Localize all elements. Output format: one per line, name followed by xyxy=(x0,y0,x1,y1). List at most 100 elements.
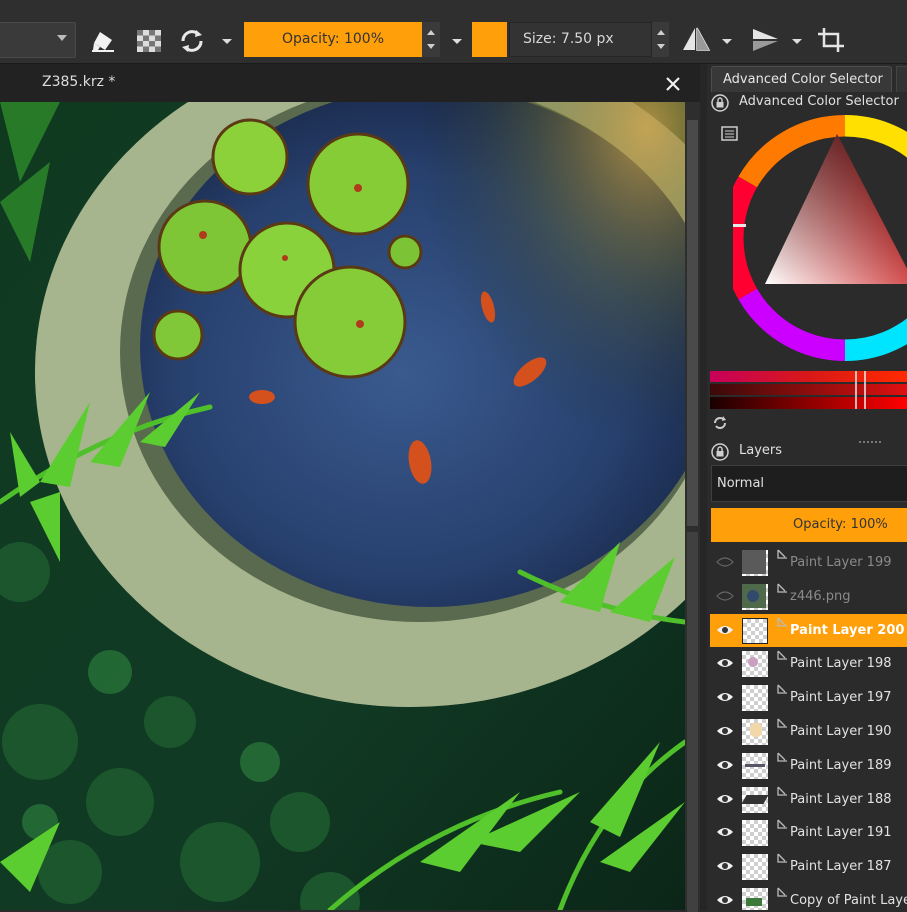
brush-size-label: Size: 7.50 px xyxy=(523,31,614,47)
layer-thumbnail xyxy=(742,718,768,745)
layer-row[interactable]: Paint Layer 190 xyxy=(710,715,907,749)
triangle-down-icon xyxy=(789,38,805,53)
layer-thumbnail xyxy=(742,617,768,644)
layer-opacity-slider[interactable]: Opacity: 100% xyxy=(711,508,907,542)
mirror-vertical-icon xyxy=(748,29,782,62)
reload-menu-button[interactable] xyxy=(218,33,236,49)
right-dock: Advanced Color Selector Advanced Color S… xyxy=(707,64,907,910)
layer-name: Paint Layer 187 xyxy=(790,859,892,875)
color-wheel-selector[interactable] xyxy=(733,114,907,370)
triangle-down-icon xyxy=(448,38,466,53)
brush-preset-dropdown[interactable] xyxy=(0,22,76,58)
eye-icon[interactable] xyxy=(716,623,734,637)
link-arrow-icon xyxy=(776,683,790,697)
chevron-down-icon xyxy=(57,35,67,41)
eraser-mode-button[interactable] xyxy=(86,24,122,58)
link-arrow-icon xyxy=(776,751,790,765)
color-sliders[interactable] xyxy=(710,369,907,413)
close-document-button[interactable] xyxy=(662,73,684,95)
layer-opacity-label: Opacity: 100% xyxy=(793,517,888,532)
alpha-lock-icon xyxy=(132,30,166,62)
layer-name: Copy of Paint Layer xyxy=(790,892,907,908)
layer-name: Paint Layer 189 xyxy=(790,757,892,773)
tab-label: Advanced Color Selector xyxy=(723,72,883,87)
scrollbar-thumb[interactable] xyxy=(687,120,698,526)
lock-icon[interactable] xyxy=(711,94,729,112)
link-arrow-icon xyxy=(776,785,790,799)
eye-icon[interactable] xyxy=(716,893,734,907)
layer-name: Paint Layer 191 xyxy=(790,825,892,841)
layer-list: Paint Layer 199 z446.png Paint Layer 200 Pa… xyxy=(710,546,907,910)
eye-icon[interactable] xyxy=(716,825,734,839)
layer-row[interactable]: Paint Layer 197 xyxy=(710,681,907,715)
crop-icon xyxy=(814,28,848,62)
layer-thumbnail xyxy=(741,786,769,813)
eye-icon[interactable] xyxy=(716,859,734,873)
preserve-alpha-button[interactable] xyxy=(132,24,166,58)
layer-row[interactable]: Paint Layer 191 xyxy=(710,816,907,850)
dock-splitter[interactable] xyxy=(700,64,707,910)
document-tab-bar: Z385.krz * xyxy=(0,64,700,102)
layer-row[interactable]: Paint Layer 198 xyxy=(710,647,907,681)
mirror-horizontal-button[interactable] xyxy=(680,22,712,58)
panel-resize-grip[interactable] xyxy=(859,434,883,443)
layer-thumbnail xyxy=(742,820,768,847)
link-arrow-icon xyxy=(776,548,790,562)
document-tab[interactable]: Z385.krz * xyxy=(0,64,700,102)
eye-icon[interactable] xyxy=(716,690,734,704)
foreground-color-swatch[interactable] xyxy=(472,22,507,57)
mirror-horizontal-menu[interactable] xyxy=(719,33,735,49)
layer-name: Paint Layer 190 xyxy=(790,723,892,739)
tool-options-bar: Opacity: 100% Size: 7.50 px xyxy=(0,0,907,64)
brush-opacity-spinner[interactable] xyxy=(422,22,440,57)
lock-icon[interactable] xyxy=(711,443,729,461)
tab-next-panel[interactable] xyxy=(896,66,907,92)
layer-row[interactable]: Paint Layer 189 xyxy=(710,749,907,783)
link-arrow-icon xyxy=(776,886,790,900)
link-arrow-icon xyxy=(776,818,790,832)
mirror-vertical-button[interactable] xyxy=(748,22,782,58)
color-panel-title: Advanced Color Selector xyxy=(739,94,899,109)
layer-thumbnail xyxy=(742,583,768,610)
layer-row[interactable]: Paint Layer 188 xyxy=(710,783,907,817)
blend-menu-button[interactable] xyxy=(448,33,466,49)
layer-row[interactable]: Paint Layer 199 xyxy=(710,546,907,580)
layer-thumbnail xyxy=(742,854,768,881)
mirror-horizontal-icon xyxy=(680,27,712,62)
layer-row[interactable]: Paint Layer 200 xyxy=(710,613,907,648)
eye-icon[interactable] xyxy=(716,792,734,806)
layer-row[interactable]: z446.png xyxy=(710,580,907,614)
eye-closed-icon[interactable] xyxy=(716,589,734,603)
crop-button[interactable] xyxy=(814,22,848,58)
canvas-vertical-scrollbar[interactable] xyxy=(685,102,700,912)
mirror-vertical-menu[interactable] xyxy=(789,33,805,49)
eye-icon[interactable] xyxy=(716,656,734,670)
eye-icon[interactable] xyxy=(716,724,734,738)
link-arrow-icon xyxy=(776,717,790,731)
layer-thumbnail xyxy=(742,651,768,678)
layer-thumbnail xyxy=(742,887,768,910)
brush-opacity-slider[interactable]: Opacity: 100% xyxy=(244,22,422,57)
layer-name: Paint Layer 198 xyxy=(790,656,892,672)
layer-name: Paint Layer 199 xyxy=(790,555,892,570)
layer-blend-mode-dropdown[interactable]: Normal xyxy=(711,465,907,502)
triangle-down-icon xyxy=(719,38,735,53)
triangle-down-icon xyxy=(218,38,236,53)
canvas-area[interactable] xyxy=(0,102,685,910)
layer-thumbnail xyxy=(742,550,768,576)
brush-size-slider[interactable]: Size: 7.50 px xyxy=(509,22,652,57)
eraser-icon xyxy=(86,32,122,62)
tab-advanced-color-selector[interactable]: Advanced Color Selector xyxy=(711,66,892,92)
link-arrow-icon xyxy=(776,616,790,630)
layers-panel-title: Layers xyxy=(739,443,783,458)
layer-row[interactable]: Copy of Paint Layer xyxy=(710,884,907,910)
link-arrow-icon xyxy=(776,582,790,596)
layer-name: Paint Layer 197 xyxy=(790,690,892,706)
refresh-colors-button[interactable] xyxy=(711,414,729,432)
reload-preset-button[interactable] xyxy=(174,24,210,58)
layer-row[interactable]: Paint Layer 187 xyxy=(710,850,907,884)
eye-closed-icon[interactable] xyxy=(716,555,734,569)
brush-opacity-label: Opacity: 100% xyxy=(281,31,385,47)
brush-size-spinner[interactable] xyxy=(652,22,669,57)
eye-icon[interactable] xyxy=(716,758,734,772)
